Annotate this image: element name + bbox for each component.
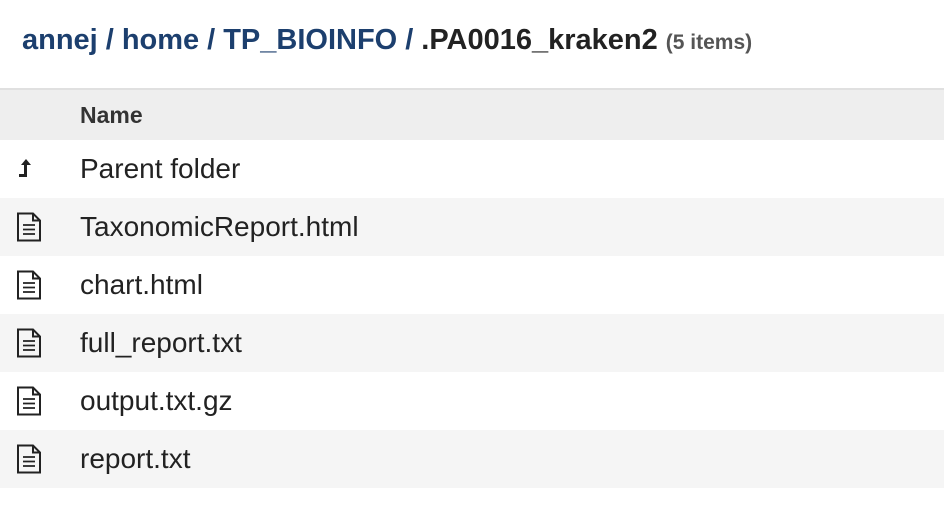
file-icon [0,430,80,488]
breadcrumb-separator: / [405,24,414,56]
breadcrumb-separator: / [207,24,216,56]
table-row[interactable]: output.txt.gz [0,372,944,430]
table-row-parent-folder[interactable]: Parent folder [0,140,944,198]
file-icon [0,314,80,372]
table-row[interactable]: full_report.txt [0,314,944,372]
parent-folder-icon [0,140,80,198]
table-row[interactable]: TaxonomicReport.html [0,198,944,256]
table-header: Name [0,90,944,140]
file-icon [0,256,80,314]
file-name[interactable]: output.txt.gz [80,385,233,417]
file-table: Name Parent folder TaxonomicReport.html [0,90,944,488]
breadcrumb-current-folder: .PA0016_kraken2 [421,24,658,56]
breadcrumb-separator: / [105,24,114,56]
item-count: (5 items) [665,31,753,54]
file-name[interactable]: chart.html [80,269,203,301]
file-name[interactable]: report.txt [80,443,190,475]
breadcrumb-link-annej[interactable]: annej [22,24,98,57]
table-row[interactable]: report.txt [0,430,944,488]
breadcrumb-link-home[interactable]: home [122,24,199,57]
breadcrumb-link-tp-bioinfo[interactable]: TP_BIOINFO [223,24,397,57]
file-icon [0,198,80,256]
file-name[interactable]: Parent folder [80,153,240,185]
file-name[interactable]: full_report.txt [80,327,242,359]
file-name[interactable]: TaxonomicReport.html [80,211,359,243]
column-header-name[interactable]: Name [80,102,143,129]
table-row[interactable]: chart.html [0,256,944,314]
breadcrumb: annej / home / TP_BIOINFO / .PA0016_krak… [22,24,752,57]
file-icon [0,372,80,430]
